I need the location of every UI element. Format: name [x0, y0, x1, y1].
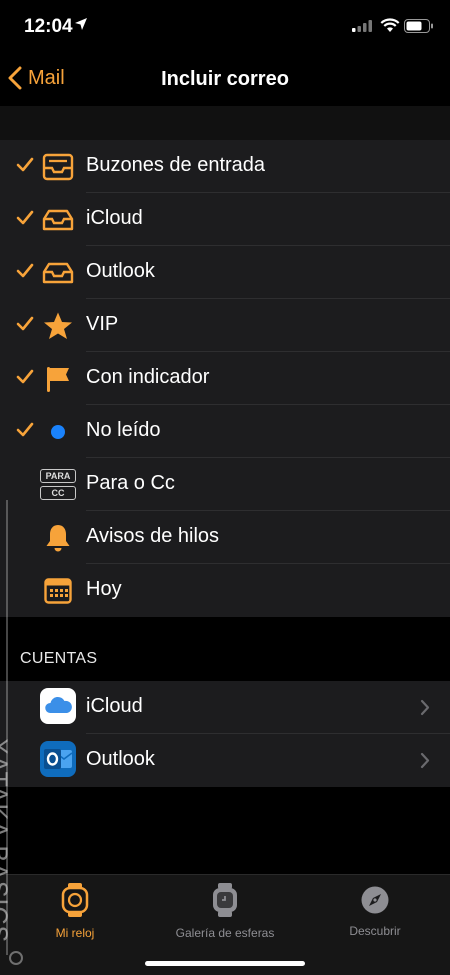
watch-icon — [61, 883, 89, 917]
mailbox-label: Outlook — [86, 260, 155, 282]
mailbox-row-no-leido[interactable]: No leído — [0, 405, 450, 458]
battery-icon — [404, 19, 433, 33]
star-icon — [40, 309, 76, 342]
mailbox-row-vip[interactable]: VIP — [0, 299, 450, 352]
mailbox-row-con-indicador[interactable]: Con indicador — [0, 352, 450, 405]
mailbox-row-avisos-de-hilos[interactable]: Avisos de hilos — [0, 511, 450, 564]
tab-galeria-de-esferas[interactable]: Galería de esferas — [150, 883, 300, 940]
compass-icon — [361, 886, 389, 914]
bell-icon — [40, 521, 76, 554]
chevron-right-icon — [420, 752, 430, 769]
inbox-tray-icon — [40, 150, 76, 183]
mailbox-label: Buzones de entrada — [86, 154, 266, 176]
flag-icon — [40, 362, 76, 395]
account-label: Outlook — [86, 748, 155, 770]
checkmark-icon — [16, 422, 34, 437]
mailbox-label: No leído — [86, 419, 161, 441]
watermark-dot — [9, 951, 23, 965]
tab-bar: Mi reloj Galería de esferas Descubrir — [0, 874, 450, 975]
location-arrow-icon — [75, 18, 87, 30]
mailbox-row-buzones[interactable]: Buzones de entrada — [0, 140, 450, 193]
checkmark-icon — [16, 210, 34, 225]
cc-tag: CC — [40, 486, 76, 500]
page-title: Incluir correo — [161, 68, 289, 90]
mailbox-label: Para o Cc — [86, 472, 175, 494]
mailbox-label: Hoy — [86, 578, 122, 600]
chevron-right-icon — [420, 699, 430, 716]
account-row-icloud[interactable]: iCloud — [0, 681, 450, 734]
section-spacer — [0, 106, 450, 140]
outlook-icon — [40, 740, 76, 777]
accounts-list: iCloud Outlook — [0, 681, 450, 787]
watermark-text: XATAKA BASICS — [0, 738, 12, 944]
checkmark-icon — [16, 316, 34, 331]
tab-label: Galería de esferas — [175, 926, 275, 940]
status-bar: 12:04 — [0, 0, 450, 54]
mailbox-row-hoy[interactable]: Hoy — [0, 564, 450, 617]
account-row-outlook[interactable]: Outlook — [0, 734, 450, 787]
navigation-bar: Mail Incluir correo — [0, 54, 450, 106]
checkmark-icon — [16, 369, 34, 384]
blue-dot-icon — [40, 415, 76, 448]
mailbox-row-para-o-cc[interactable]: PARA CC Para o Cc — [0, 458, 450, 511]
mailbox-row-outlook[interactable]: Outlook — [0, 246, 450, 299]
inbox-tray-icon — [40, 203, 76, 236]
mailbox-label: Avisos de hilos — [86, 525, 220, 547]
mailbox-label: Con indicador — [86, 366, 210, 388]
to-tag: PARA — [40, 469, 76, 483]
home-indicator — [145, 961, 305, 966]
inbox-tray-icon — [40, 256, 76, 289]
mailbox-label: VIP — [86, 313, 119, 335]
account-label: iCloud — [86, 695, 143, 717]
cellular-signal-icon — [352, 20, 372, 32]
checkmark-icon — [16, 263, 34, 278]
tab-label: Mi reloj — [55, 926, 95, 940]
mailbox-label: iCloud — [86, 207, 143, 229]
wifi-icon — [380, 18, 400, 32]
tab-label: Descubrir — [349, 924, 401, 938]
icloud-icon — [40, 687, 76, 724]
tab-descubrir[interactable]: Descubrir — [300, 883, 450, 938]
accounts-section-header: CUENTAS — [20, 650, 98, 667]
watch-face-icon — [213, 883, 237, 917]
to-cc-icon: PARA CC — [38, 468, 78, 501]
calendar-icon — [40, 574, 76, 607]
mailbox-row-icloud[interactable]: iCloud — [0, 193, 450, 246]
tab-mi-reloj[interactable]: Mi reloj — [0, 883, 150, 940]
checkmark-icon — [16, 157, 34, 172]
mailbox-list: Buzones de entrada iCloud Outlook VIP Co — [0, 140, 450, 617]
status-time: 12:04 — [24, 16, 73, 37]
